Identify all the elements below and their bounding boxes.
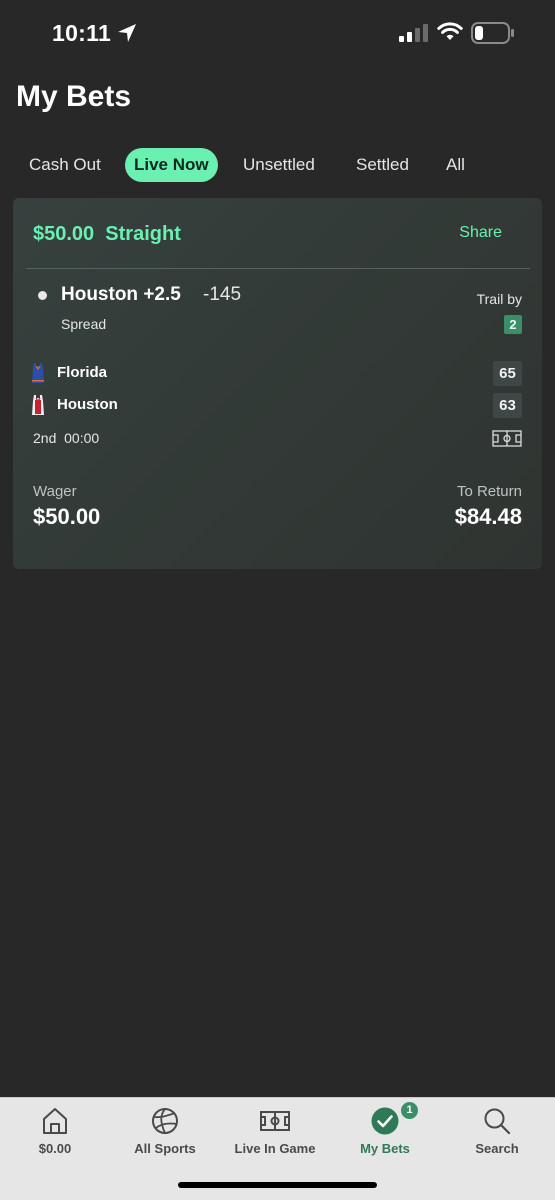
nav-item-live-in-game[interactable]: Live In Game [220,1098,330,1168]
share-button[interactable]: Share [459,224,502,242]
nav-label: Search [475,1141,519,1156]
game-period: 2nd [33,430,57,446]
status-time: 10:11 [52,20,112,46]
bet-card-header: $50.00 Straight Share [13,198,542,268]
team-row-florida: Florida 65 [13,361,542,387]
tab-settled[interactable]: Settled [356,148,409,182]
nav-item-my-bets[interactable]: 1 My Bets [330,1098,440,1168]
market-type: Spread [61,316,107,332]
trail-badge: 2 [504,315,522,334]
jersey-icon [32,363,44,383]
tab-cash-out[interactable]: Cash Out [29,148,101,182]
divider [26,268,530,269]
tab-all[interactable]: All [446,148,465,182]
return-value: $84.48 [454,504,522,529]
battery-icon [471,22,514,44]
nav-item-search[interactable]: Search [442,1098,552,1168]
tab-live-now[interactable]: Live Now [125,148,218,182]
nav-label: All Sports [134,1141,196,1156]
ball-icon [152,1108,178,1134]
check-circle-icon [371,1107,399,1135]
court-icon [260,1111,290,1131]
return-label: To Return [456,483,522,500]
team-score: 65 [493,361,522,386]
selection-odds: -145 [203,284,242,305]
notification-badge: 1 [401,1102,418,1119]
selection-status-dot [38,291,47,300]
nav-item-all-sports[interactable]: All Sports [110,1098,220,1168]
team-score: 63 [493,393,522,418]
jersey-icon [32,395,44,415]
page-title: My Bets [16,80,132,113]
wifi-icon [437,22,463,40]
stake-amount: $50.00 [33,223,95,245]
my-bets-screen: 10:11 My Bets Cash Out Live Now Unsettle… [0,0,555,1200]
bet-summary: $50.00 Straight [33,223,181,246]
home-indicator [178,1182,377,1188]
wager-value: $50.00 [33,504,101,529]
bet-type: Straight [105,223,181,245]
selection-name: Houston +2.5 [61,284,181,305]
status-bar: 10:11 [0,0,555,66]
wager-label: Wager [33,483,77,500]
cellular-signal-icon [399,24,428,42]
team-row-houston: Houston 63 [13,393,542,419]
nav-item-home[interactable]: $0.00 [0,1098,110,1168]
game-clock: 2nd 00:00 [33,430,99,446]
nav-label: My Bets [360,1141,410,1156]
game-time: 00:00 [64,430,100,446]
nav-label: Live In Game [234,1141,316,1156]
tab-unsettled[interactable]: Unsettled [243,148,315,182]
nav-label: $0.00 [38,1141,72,1156]
bet-filter-tabs: Cash Out Live Now Unsettled Settled All [0,148,555,184]
team-name: Houston [57,396,118,413]
trail-label: Trail by [476,291,522,307]
court-icon[interactable] [492,430,522,447]
home-icon [43,1108,67,1134]
bet-card[interactable]: $50.00 Straight Share Houston +2.5 -145 … [13,198,542,569]
search-icon [484,1108,511,1135]
location-arrow-icon [118,24,136,42]
team-name: Florida [57,364,108,381]
